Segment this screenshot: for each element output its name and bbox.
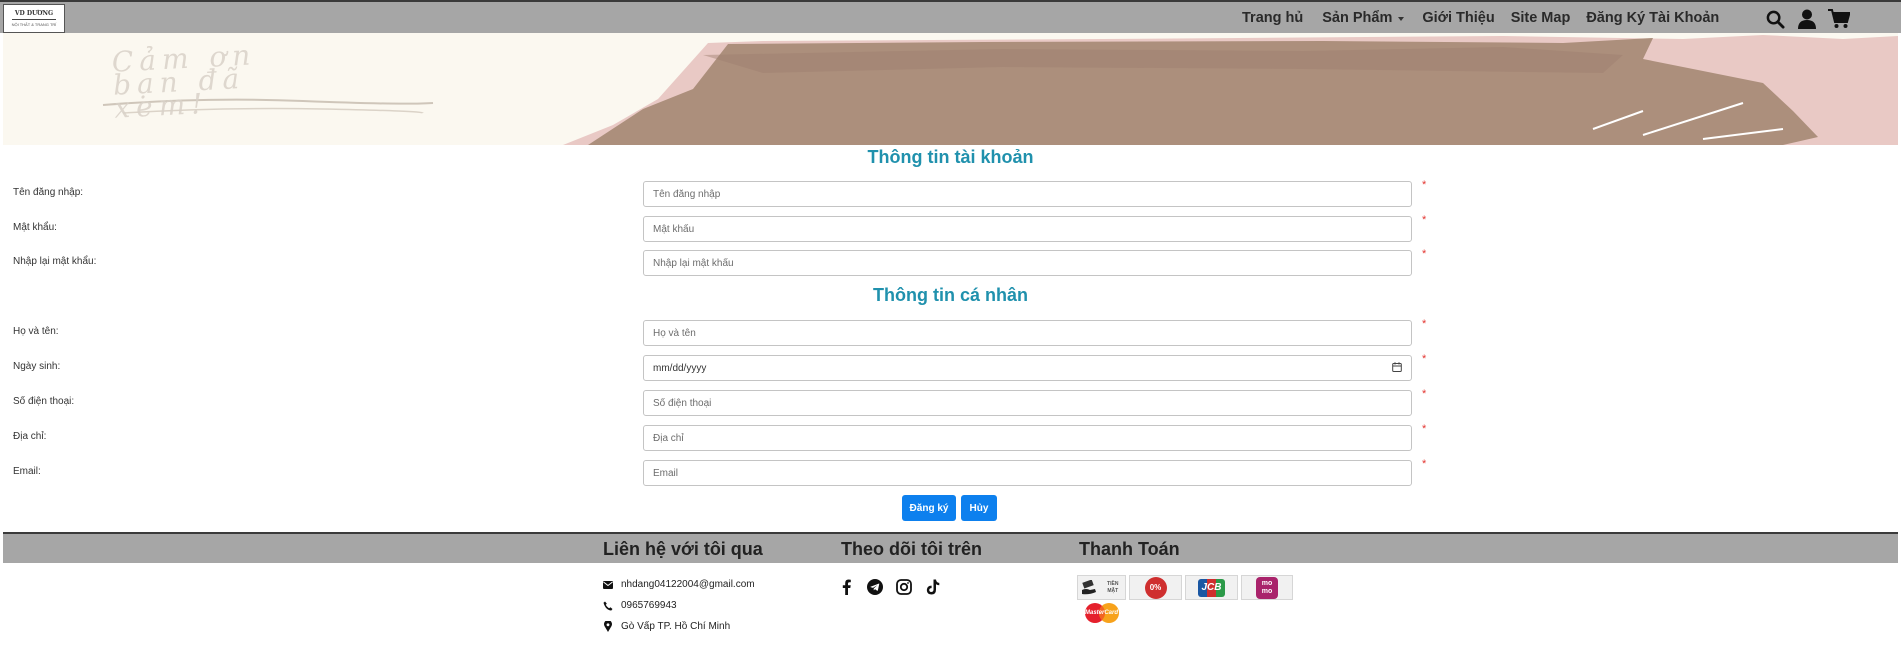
nav-sitemap-link[interactable]: Site Map [1511, 10, 1571, 26]
username-row: Tên đăng nhập: * [0, 179, 1901, 207]
footer-contact-title: Liên hệ với tôi qua [603, 539, 763, 559]
nav-about-link[interactable]: Giới Thiệu [1422, 10, 1494, 26]
email-field[interactable] [643, 460, 1412, 486]
address-row: Địa chỉ: * [0, 423, 1901, 451]
cancel-button[interactable]: Hủy [961, 495, 997, 521]
required-mark: * [1422, 214, 1427, 226]
required-mark: * [1422, 388, 1427, 400]
facebook-icon[interactable] [837, 578, 855, 596]
personal-info-title: Thông tin cá nhân [873, 285, 1028, 305]
fullname-label: Họ và tên: [13, 326, 59, 337]
nav-products-dropdown[interactable]: Sản Phẩm [1322, 10, 1405, 26]
required-mark: * [1422, 318, 1427, 330]
dob-label: Ngày sinh: [13, 361, 61, 372]
hero-banner: Cảm ơn bạn đã xem! [3, 33, 1898, 145]
chevron-down-icon [1398, 17, 1405, 21]
contact-phone-text[interactable]: 0965769943 [621, 600, 677, 611]
form-actions: Đăng ký Hủy [902, 495, 997, 521]
email-row: Email: * [0, 458, 1901, 486]
banner-brush-image [102, 35, 1898, 145]
search-icon[interactable] [1764, 8, 1786, 30]
dob-placeholder: mm/dd/yyyy [653, 362, 707, 374]
logo-divider [12, 19, 56, 20]
contact-address: Gò Vấp TP. Hồ Chí Minh [603, 621, 730, 632]
mastercard-text: MasterCard [1084, 610, 1118, 616]
contact-address-text: Gò Vấp TP. Hồ Chí Minh [621, 621, 731, 632]
footer-follow-title: Theo dõi tôi trên [841, 539, 982, 559]
nav-menu: Trang hủ Sản Phẩm Giới Thiệu Site Map Đă… [1242, 10, 1719, 26]
contact-email-text[interactable]: nhdang04122004@gmail.com [621, 579, 755, 590]
tiktok-icon[interactable] [924, 578, 942, 596]
envelope-icon [603, 580, 613, 590]
jcb-logo: JCB [1185, 575, 1238, 600]
register-button[interactable]: Đăng ký [902, 495, 956, 521]
dob-row: Ngày sinh: mm/dd/yyyy * [0, 353, 1901, 381]
address-field[interactable] [643, 425, 1412, 451]
nav-products-label: Sản Phẩm [1322, 10, 1393, 26]
nav-home-link[interactable]: Trang hủ [1242, 10, 1303, 26]
cash-label: TIỀN MẶT [1107, 580, 1119, 594]
contact-email: nhdang04122004@gmail.com [603, 579, 755, 590]
confirm-password-row: Nhập lại mật khẩu: * [0, 248, 1901, 276]
page: VD DƯƠNG NỘI THẤT & TRANG TRÍ Trang hủ S… [0, 0, 1901, 653]
top-navbar: VD DƯƠNG NỘI THẤT & TRANG TRÍ Trang hủ S… [0, 0, 1901, 33]
momo-logo: mo mo [1241, 575, 1293, 600]
momo-badge: mo mo [1256, 576, 1278, 599]
required-mark: * [1422, 353, 1427, 365]
installment-badge: 0% [1144, 576, 1167, 599]
cash-payment-logo: TIỀN MẶT [1077, 575, 1126, 600]
site-logo[interactable]: VD DƯƠNG NỘI THẤT & TRANG TRÍ [3, 4, 65, 33]
username-field[interactable] [643, 181, 1412, 207]
phone-icon [603, 601, 613, 611]
required-mark: * [1422, 458, 1427, 470]
phone-row: Số điện thoại: * [0, 388, 1901, 416]
password-field[interactable] [643, 216, 1412, 242]
fullname-field[interactable] [643, 320, 1412, 346]
dob-field[interactable]: mm/dd/yyyy [643, 355, 1412, 381]
password-label: Mật khẩu: [13, 222, 57, 233]
phone-label: Số điện thoại: [13, 396, 75, 407]
logo-subtext: NỘI THẤT & TRANG TRÍ [11, 22, 57, 27]
username-label: Tên đăng nhập: [13, 187, 84, 198]
mastercard-logo: MasterCard [1078, 601, 1125, 625]
calendar-icon[interactable] [1392, 361, 1402, 375]
banner-script-text: Cảm ơn bạn đã xem! [111, 38, 258, 125]
required-mark: * [1422, 248, 1427, 260]
logo-text: VD DƯƠNG [14, 10, 54, 17]
required-mark: * [1422, 423, 1427, 435]
contact-phone: 0965769943 [603, 600, 677, 611]
cart-icon[interactable] [1828, 8, 1850, 30]
address-label: Địa chỉ: [13, 431, 47, 442]
map-pin-icon [603, 621, 613, 632]
email-label: Email: [13, 466, 41, 477]
user-icon[interactable] [1796, 8, 1818, 30]
confirm-password-label: Nhập lại mật khẩu: [13, 256, 97, 267]
telegram-icon[interactable] [866, 578, 884, 596]
account-info-title: Thông tin tài khoản [867, 147, 1034, 167]
social-links [837, 578, 942, 596]
fullname-row: Họ và tên: * [0, 318, 1901, 346]
nav-icons [1764, 8, 1850, 30]
password-row: Mật khẩu: * [0, 214, 1901, 242]
jcb-text: JCB [1201, 582, 1222, 593]
installment-logo: 0% [1129, 575, 1182, 600]
cash-hand-icon [1082, 579, 1097, 594]
confirm-password-field[interactable] [643, 250, 1412, 276]
footer-payment-title: Thanh Toán [1079, 539, 1180, 559]
required-mark: * [1422, 179, 1427, 191]
instagram-icon[interactable] [895, 578, 913, 596]
nav-register-link[interactable]: Đăng Ký Tài Khoản [1586, 10, 1719, 26]
phone-field[interactable] [643, 390, 1412, 416]
